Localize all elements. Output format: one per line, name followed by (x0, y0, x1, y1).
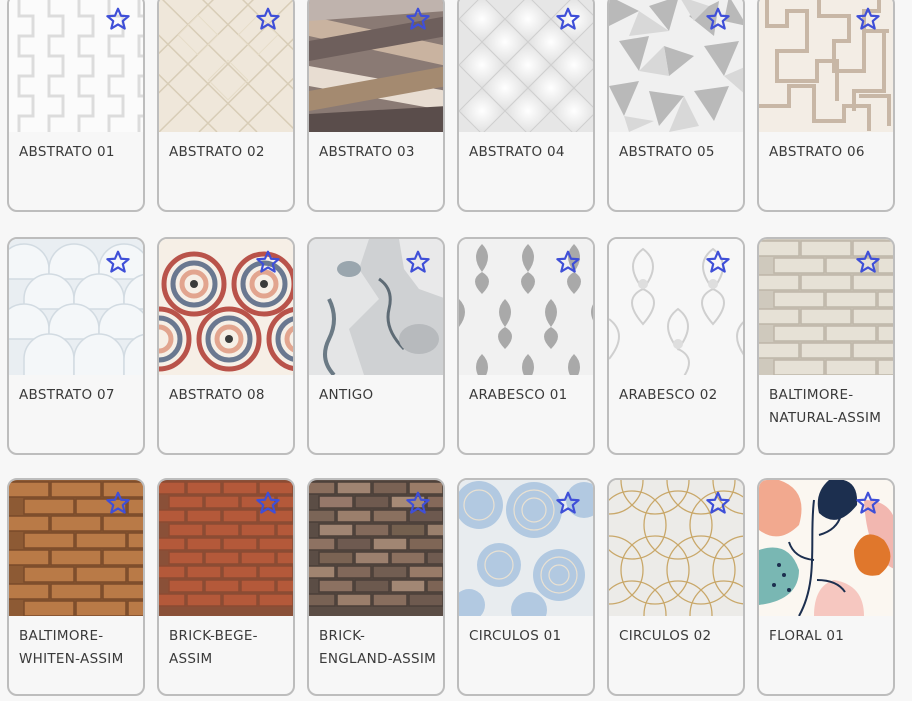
pattern-label: ABSTRATO 01 (19, 144, 115, 160)
star-outline-icon[interactable] (555, 490, 581, 516)
star-outline-icon[interactable] (105, 6, 131, 32)
pattern-label: FLORAL 01 (769, 628, 845, 644)
pattern-card-abstrato-02[interactable]: ABSTRATO 02 (157, 0, 295, 212)
pattern-card-floral-01[interactable]: FLORAL 01 (757, 478, 895, 696)
star-outline-icon[interactable] (105, 490, 131, 516)
pattern-label: ABSTRATO 07 (19, 387, 115, 403)
pattern-label: ARABESCO 01 (469, 387, 568, 403)
star-outline-icon[interactable] (705, 490, 731, 516)
pattern-card-baltimore-whiten-assim[interactable]: BALTIMORE-WHITEN-ASSIM (7, 478, 145, 696)
pattern-card-antigo[interactable]: ANTIGO (307, 237, 445, 455)
pattern-card-circulos-02[interactable]: CIRCULOS 02 (607, 478, 745, 696)
pattern-label: BRICK-BEGE-ASSIM (169, 628, 258, 667)
pattern-card-arabesco-02[interactable]: ARABESCO 02 (607, 237, 745, 455)
pattern-card-abstrato-03[interactable]: ABSTRATO 03 (307, 0, 445, 212)
star-outline-icon[interactable] (855, 6, 881, 32)
star-outline-icon[interactable] (405, 249, 431, 275)
pattern-label: ABSTRATO 03 (319, 144, 415, 160)
pattern-label: ABSTRATO 06 (769, 144, 865, 160)
pattern-card-abstrato-07[interactable]: ABSTRATO 07 (7, 237, 145, 455)
pattern-label: CIRCULOS 02 (619, 628, 712, 644)
pattern-label: BALTIMORE-NATURAL-ASSIM (769, 387, 882, 426)
star-outline-icon[interactable] (555, 249, 581, 275)
pattern-card-abstrato-01[interactable]: ABSTRATO 01 (7, 0, 145, 212)
pattern-card-arabesco-01[interactable]: ARABESCO 01 (457, 237, 595, 455)
star-outline-icon[interactable] (555, 6, 581, 32)
pattern-card-abstrato-05[interactable]: ABSTRATO 05 (607, 0, 745, 212)
star-outline-icon[interactable] (705, 6, 731, 32)
pattern-card-baltimore-natural-assim[interactable]: BALTIMORE-NATURAL-ASSIM (757, 237, 895, 455)
star-outline-icon[interactable] (255, 249, 281, 275)
pattern-grid: ABSTRATO 01 ABSTRATO 02 ABSTRATO 03 ABST… (0, 0, 912, 701)
star-outline-icon[interactable] (405, 6, 431, 32)
star-outline-icon[interactable] (105, 249, 131, 275)
pattern-label: ABSTRATO 04 (469, 144, 565, 160)
star-outline-icon[interactable] (405, 490, 431, 516)
pattern-label: ARABESCO 02 (619, 387, 718, 403)
star-outline-icon[interactable] (255, 6, 281, 32)
pattern-card-abstrato-08[interactable]: ABSTRATO 08 (157, 237, 295, 455)
star-outline-icon[interactable] (705, 249, 731, 275)
pattern-card-circulos-01[interactable]: CIRCULOS 01 (457, 478, 595, 696)
pattern-card-brick-england-assim[interactable]: BRICK-ENGLAND-ASSIM (307, 478, 445, 696)
pattern-label: ABSTRATO 02 (169, 144, 265, 160)
pattern-card-brick-bege-assim[interactable]: BRICK-BEGE-ASSIM (157, 478, 295, 696)
pattern-label: BALTIMORE-WHITEN-ASSIM (19, 628, 124, 667)
pattern-label: ANTIGO (319, 387, 374, 403)
pattern-card-abstrato-04[interactable]: ABSTRATO 04 (457, 0, 595, 212)
pattern-label: ABSTRATO 05 (619, 144, 715, 160)
star-outline-icon[interactable] (855, 490, 881, 516)
star-outline-icon[interactable] (855, 249, 881, 275)
pattern-card-abstrato-06[interactable]: ABSTRATO 06 (757, 0, 895, 212)
pattern-label: ABSTRATO 08 (169, 387, 265, 403)
star-outline-icon[interactable] (255, 490, 281, 516)
pattern-label: CIRCULOS 01 (469, 628, 562, 644)
pattern-label: BRICK-ENGLAND-ASSIM (319, 628, 437, 667)
